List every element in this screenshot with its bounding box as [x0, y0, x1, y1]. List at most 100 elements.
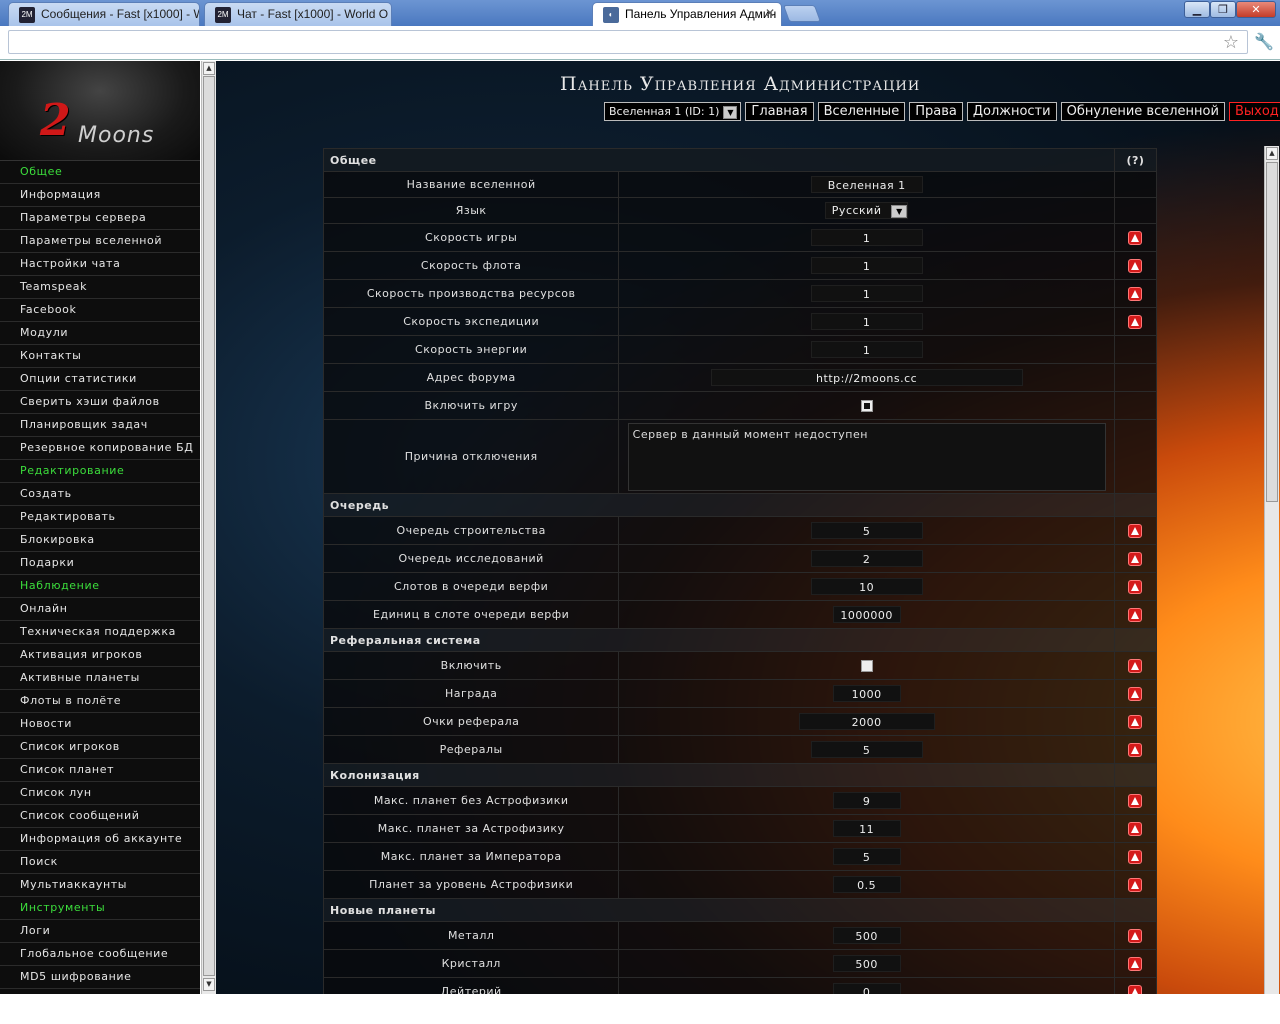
new-tab-button[interactable]	[782, 5, 822, 22]
browser-tab-admin[interactable]: ◐ Панель Управления Админ ✕	[592, 2, 782, 26]
sidebar-item[interactable]: Параметры сервера	[0, 207, 200, 230]
setting-input[interactable]: 5	[810, 741, 923, 758]
sidebar-item[interactable]: Опции статистики	[0, 368, 200, 391]
scrollbar-thumb[interactable]	[1266, 162, 1278, 502]
sidebar-item[interactable]: Список сообщений	[0, 805, 200, 828]
maximize-button[interactable]: ❐	[1210, 1, 1236, 18]
sidebar-section-heading[interactable]: Наблюдение	[0, 575, 200, 598]
setting-input[interactable]: 5	[832, 848, 901, 865]
setting-checkbox[interactable]	[860, 400, 873, 412]
sidebar-item[interactable]: Поиск	[0, 851, 200, 874]
sidebar-item[interactable]: Глобальное сообщение	[0, 943, 200, 966]
setting-input[interactable]: 500	[832, 955, 901, 972]
warning-icon[interactable]	[1128, 849, 1143, 864]
sidebar-item[interactable]: Контакты	[0, 345, 200, 368]
sidebar-item[interactable]: Информация об аккаунте	[0, 828, 200, 851]
nav-home[interactable]: Главная	[745, 102, 814, 121]
setting-input[interactable]: 5	[810, 522, 923, 539]
sidebar-item[interactable]: Список планет	[0, 759, 200, 782]
sidebar-item[interactable]: Facebook	[0, 299, 200, 322]
warning-icon[interactable]	[1128, 793, 1143, 808]
sidebar-item[interactable]: Флоты в полёте	[0, 690, 200, 713]
sidebar-item[interactable]: Новости	[0, 713, 200, 736]
sidebar-item[interactable]: MD5 шифрование	[0, 966, 200, 989]
sidebar-item[interactable]: Настройки чата	[0, 253, 200, 276]
scroll-up-icon[interactable]: ▲	[203, 62, 215, 75]
warning-icon[interactable]	[1128, 258, 1143, 273]
nav-universes[interactable]: Вселенные	[817, 102, 906, 121]
setting-input[interactable]: 1	[810, 257, 923, 274]
setting-input[interactable]: 1	[810, 341, 923, 358]
sidebar-item[interactable]: Модули	[0, 322, 200, 345]
warning-icon[interactable]	[1128, 523, 1143, 538]
universe-select[interactable]: Вселенная 1 (ID: 1) ▼	[604, 102, 742, 121]
nav-positions[interactable]: Должности	[966, 102, 1057, 121]
sidebar-item[interactable]: Активные планеты	[0, 667, 200, 690]
disable-reason-textarea[interactable]: Сервер в данный момент недоступен	[627, 422, 1106, 491]
warning-icon[interactable]	[1128, 286, 1143, 301]
setting-checkbox[interactable]	[860, 660, 873, 672]
warning-icon[interactable]	[1128, 579, 1143, 594]
bookmark-star-icon[interactable]: ☆	[1223, 32, 1239, 53]
sidebar-item[interactable]: Планировщик задач	[0, 414, 200, 437]
setting-input[interactable]: 500	[832, 927, 901, 944]
warning-icon[interactable]	[1128, 821, 1143, 836]
setting-input[interactable]: 10	[810, 578, 923, 595]
language-select[interactable]: Русский ▼	[824, 202, 909, 219]
warning-icon[interactable]	[1128, 984, 1143, 994]
sidebar-item[interactable]: Сверить хэши файлов	[0, 391, 200, 414]
sidebar-item[interactable]: Создать	[0, 483, 200, 506]
warning-icon[interactable]	[1128, 230, 1143, 245]
warning-icon[interactable]	[1128, 956, 1143, 971]
setting-input[interactable]: 1	[810, 313, 923, 330]
setting-input[interactable]: 1	[810, 229, 923, 246]
sidebar-item[interactable]: Онлайн	[0, 598, 200, 621]
setting-input[interactable]: 0.5	[832, 876, 901, 893]
page-scrollbar[interactable]: ▲	[1264, 146, 1279, 994]
sidebar-section-heading[interactable]: Инструменты	[0, 897, 200, 920]
nav-rights[interactable]: Права	[909, 102, 963, 121]
setting-input[interactable]: 2	[810, 550, 923, 567]
close-window-button[interactable]: ✕	[1236, 1, 1276, 18]
warning-icon[interactable]	[1128, 551, 1143, 566]
warning-icon[interactable]	[1128, 686, 1143, 701]
scroll-down-icon[interactable]: ▼	[203, 978, 215, 991]
sidebar-item[interactable]: Список лун	[0, 782, 200, 805]
sidebar-item[interactable]: Блокировка	[0, 529, 200, 552]
warning-icon[interactable]	[1128, 714, 1143, 729]
sidebar-item[interactable]: Логи	[0, 920, 200, 943]
help-link[interactable]: (?)	[1113, 148, 1158, 172]
wrench-menu-icon[interactable]: 🔧	[1254, 32, 1274, 51]
sidebar-item[interactable]: Мультиаккаунты	[0, 874, 200, 897]
setting-input[interactable]: 2000	[798, 713, 935, 730]
sidebar-item[interactable]: Параметры вселенной	[0, 230, 200, 253]
scrollbar-thumb[interactable]	[203, 76, 215, 976]
setting-input[interactable]: 0	[832, 983, 901, 994]
setting-input[interactable]: 1000	[832, 685, 901, 702]
setting-input[interactable]: Вселенная 1	[810, 176, 923, 193]
sidebar-item[interactable]: Список игроков	[0, 736, 200, 759]
warning-icon[interactable]	[1128, 314, 1143, 329]
warning-icon[interactable]	[1128, 928, 1143, 943]
setting-input[interactable]: http://2moons.cc	[710, 369, 1023, 386]
sidebar-item[interactable]: Teamspeak	[0, 276, 200, 299]
sidebar-section-heading[interactable]: Редактирование	[0, 460, 200, 483]
warning-icon[interactable]	[1128, 658, 1143, 673]
address-bar[interactable]: ☆	[8, 30, 1248, 54]
sidebar-item[interactable]: Редактировать	[0, 506, 200, 529]
nav-exit[interactable]: Выход	[1228, 102, 1280, 121]
scroll-up-icon[interactable]: ▲	[1266, 147, 1278, 160]
nav-reset-universe[interactable]: Обнуление вселенной	[1060, 102, 1225, 121]
sidebar-item[interactable]: Активация игроков	[0, 644, 200, 667]
setting-input[interactable]: 9	[832, 792, 901, 809]
browser-tab-messages[interactable]: 2M Сообщения - Fast [x1000] - W	[8, 2, 200, 26]
setting-input[interactable]: 11	[832, 820, 901, 837]
setting-input[interactable]: 1000000	[832, 606, 901, 623]
close-tab-icon[interactable]: ✕	[765, 6, 775, 20]
warning-icon[interactable]	[1128, 742, 1143, 757]
sidebar-item[interactable]: Техническая поддержка	[0, 621, 200, 644]
sidebar-item[interactable]: Резервное копирование БД	[0, 437, 200, 460]
sidebar-scrollbar[interactable]: ▲ ▼	[201, 61, 216, 994]
setting-input[interactable]: 1	[810, 285, 923, 302]
minimize-button[interactable]: ▁	[1184, 1, 1210, 18]
